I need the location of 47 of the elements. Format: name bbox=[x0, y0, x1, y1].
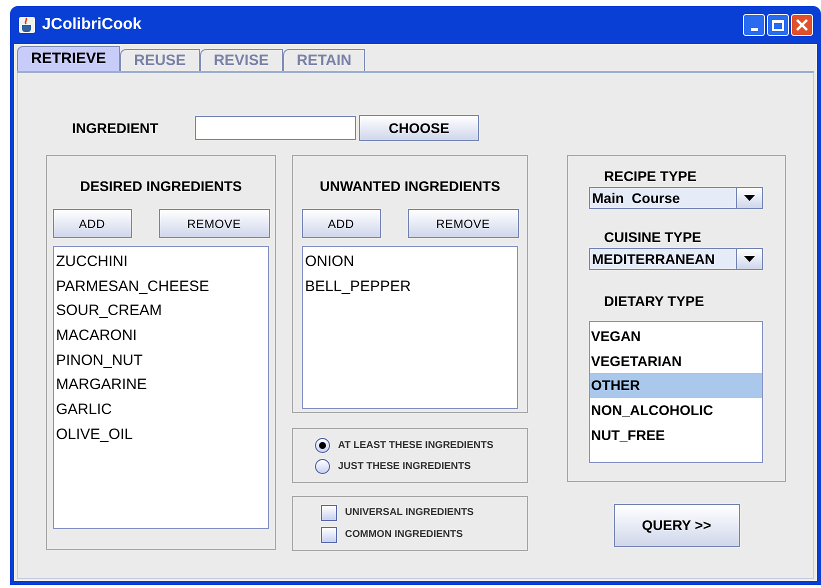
list-item[interactable]: VEGAN bbox=[590, 324, 762, 349]
radio-button[interactable] bbox=[315, 458, 330, 474]
list-item[interactable]: MARGARINE bbox=[54, 373, 147, 398]
list-item[interactable]: PARMESAN_CHEESE bbox=[54, 274, 210, 300]
list-item[interactable]: MACARONI bbox=[54, 324, 137, 349]
remove-button[interactable]: REMOVE bbox=[408, 209, 518, 238]
checkbox[interactable] bbox=[321, 504, 337, 520]
coffee-cup-icon bbox=[18, 16, 36, 34]
recipe-type-dropdown[interactable]: Main Course bbox=[589, 187, 763, 209]
dropdown-arrow-icon bbox=[744, 256, 755, 262]
close-icon bbox=[795, 18, 809, 32]
desired-ingredients-title: DESIRED INGREDIENTS bbox=[80, 177, 242, 196]
list-item[interactable]: GARLIC bbox=[54, 398, 112, 423]
list-item[interactable]: NON_ALCOHOLIC bbox=[590, 398, 762, 423]
radio-label: JUST THESE INGREDIENTS bbox=[338, 460, 471, 474]
cuisine-type-dropdown[interactable]: MEDITERRANEAN bbox=[589, 248, 763, 270]
checkbox[interactable] bbox=[321, 526, 337, 542]
list-item[interactable]: BELL_PEPPER bbox=[303, 274, 411, 300]
radio-button[interactable] bbox=[315, 438, 330, 452]
minimize-button[interactable] bbox=[743, 14, 765, 36]
list-item[interactable]: VEGETARIAN bbox=[590, 348, 762, 374]
remove-button[interactable]: REMOVE bbox=[158, 209, 270, 238]
list-item[interactable]: OTHER bbox=[590, 373, 762, 398]
list-item[interactable]: OLIVE_OIL bbox=[54, 422, 133, 448]
list-item[interactable]: SOUR_CREAM bbox=[54, 299, 162, 324]
list-item[interactable]: NUT_FREE bbox=[590, 422, 762, 448]
dietary-type-label: DIETARY TYPE bbox=[604, 292, 706, 311]
close-button[interactable] bbox=[791, 14, 813, 36]
ingredient-input[interactable] bbox=[195, 116, 356, 140]
checkbox-label: COMMON INGREDIENTS bbox=[345, 528, 463, 542]
add-button[interactable]: ADD bbox=[52, 209, 132, 238]
add-button[interactable]: ADD bbox=[302, 209, 380, 238]
recipe-type-label: RECIPE TYPE bbox=[604, 167, 698, 186]
dropdown-arrow-icon bbox=[744, 195, 755, 201]
unwanted-ingredients-title: UNWANTED INGREDIENTS bbox=[320, 177, 500, 196]
choose-button[interactable]: CHOOSE bbox=[359, 115, 479, 141]
list-item[interactable]: PINON_NUT bbox=[54, 348, 143, 374]
maximize-button[interactable] bbox=[767, 14, 789, 36]
list-item[interactable]: ONION bbox=[303, 250, 354, 275]
window-title: JColibriCook bbox=[42, 15, 142, 35]
radio-label: AT LEAST THESE INGREDIENTS bbox=[338, 438, 494, 452]
checkbox-label: UNIVERSAL INGREDIENTS bbox=[345, 506, 474, 520]
query-button[interactable]: QUERY >> bbox=[614, 504, 740, 547]
list-item[interactable]: ZUCCHINI bbox=[54, 250, 128, 275]
ingredient-label: INGREDIENT bbox=[72, 118, 160, 138]
cuisine-type-label: CUISINE TYPE bbox=[604, 228, 702, 247]
tab[interactable]: RETRIEVE bbox=[17, 46, 120, 71]
